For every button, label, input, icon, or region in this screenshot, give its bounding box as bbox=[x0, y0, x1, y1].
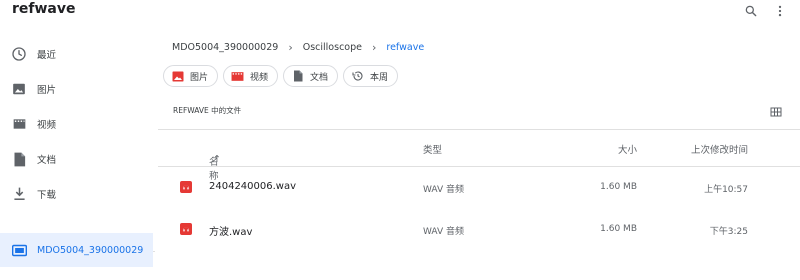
column-header-size[interactable]: 大小 bbox=[618, 142, 637, 156]
document-icon bbox=[10, 150, 28, 168]
document-icon bbox=[291, 70, 304, 83]
chip-label: 文档 bbox=[310, 72, 329, 83]
file-modified: 上午10:57 bbox=[704, 185, 748, 195]
breadcrumb-item[interactable]: Oscilloscope bbox=[303, 42, 362, 53]
file-type: WAV 音频 bbox=[423, 227, 465, 237]
sidebar-item-label: 图片 bbox=[37, 85, 57, 96]
column-header-modified[interactable]: 上次修改时间 bbox=[691, 142, 748, 156]
history-icon bbox=[351, 70, 364, 83]
grid-view-icon[interactable] bbox=[770, 103, 782, 117]
image-icon bbox=[10, 80, 28, 98]
chip-label: 视频 bbox=[250, 72, 269, 83]
sidebar-item-images[interactable]: 图片 bbox=[0, 72, 155, 106]
breadcrumb-current[interactable]: refwave bbox=[386, 42, 424, 53]
sidebar-item-recent[interactable]: 最近 bbox=[0, 37, 155, 71]
chip-label: 图片 bbox=[190, 72, 209, 83]
table-header: 名称 ↑ 类型 大小 上次修改时间 bbox=[158, 129, 800, 182]
filter-chips: 图片 视频 文档 本周 bbox=[163, 65, 399, 87]
sidebar-item-label: 视频 bbox=[37, 120, 57, 131]
chip-documents[interactable]: 文档 bbox=[283, 65, 339, 87]
sidebar-item-label: 下载 bbox=[37, 190, 57, 201]
table-row[interactable]: 2404240006.wav WAV 音频 1.60 MB 上午10:57 bbox=[158, 167, 800, 209]
file-name: 2404240006.wav bbox=[209, 181, 297, 192]
file-table: 名称 ↑ 类型 大小 上次修改时间 2404240006.wav WAV 音频 … bbox=[158, 129, 800, 251]
breadcrumb-item[interactable]: MDO5004_390000029 bbox=[172, 42, 278, 53]
sidebar-item-label: 文档 bbox=[37, 155, 57, 166]
section-title: REFWAVE 中的文件 bbox=[173, 106, 242, 115]
sidebar-item-downloads[interactable]: 下载 bbox=[0, 177, 155, 211]
sidebar-item-label: MDO5004_390000029 bbox=[37, 244, 144, 256]
column-header-type[interactable]: 类型 bbox=[423, 142, 442, 156]
video-icon bbox=[10, 115, 28, 133]
audio-file-icon bbox=[180, 181, 192, 193]
app-title: refwave bbox=[12, 1, 76, 17]
file-size: 1.60 MB bbox=[600, 182, 637, 192]
video-icon bbox=[231, 70, 244, 83]
sidebar-item-label: 最近 bbox=[37, 50, 57, 61]
usb-storage-icon bbox=[10, 241, 28, 259]
chevron-right-icon: › bbox=[288, 40, 293, 54]
chip-images[interactable]: 图片 bbox=[163, 65, 219, 87]
sidebar-item-device[interactable]: MDO5004_390000029 bbox=[0, 233, 153, 267]
sort-ascending-icon: ↑ bbox=[213, 154, 221, 165]
clock-icon bbox=[10, 45, 28, 63]
breadcrumb: MDO5004_390000029 › Oscilloscope › refwa… bbox=[172, 39, 424, 55]
file-name: 方波.wav bbox=[209, 227, 253, 238]
search-icon[interactable] bbox=[742, 2, 760, 20]
more-vert-icon[interactable] bbox=[771, 2, 789, 20]
image-icon bbox=[171, 70, 184, 83]
chip-label: 本周 bbox=[370, 72, 389, 83]
sidebar-item-videos[interactable]: 视频 bbox=[0, 107, 155, 141]
download-icon bbox=[10, 185, 28, 203]
chip-videos[interactable]: 视频 bbox=[223, 65, 279, 87]
file-size: 1.60 MB bbox=[600, 224, 637, 234]
chip-this-week[interactable]: 本周 bbox=[343, 65, 399, 87]
top-bar: refwave bbox=[0, 0, 800, 24]
file-modified: 下午3:25 bbox=[709, 227, 748, 237]
file-type: WAV 音频 bbox=[423, 185, 465, 195]
sidebar: 最近 图片 视频 文档 下载 MDO5004_390000029 bbox=[0, 30, 155, 280]
audio-file-icon bbox=[180, 223, 192, 235]
chevron-right-icon: › bbox=[371, 40, 377, 54]
sidebar-item-documents[interactable]: 文档 bbox=[0, 142, 155, 176]
table-row[interactable]: 方波.wav WAV 音频 1.60 MB 下午3:25 bbox=[158, 209, 800, 251]
